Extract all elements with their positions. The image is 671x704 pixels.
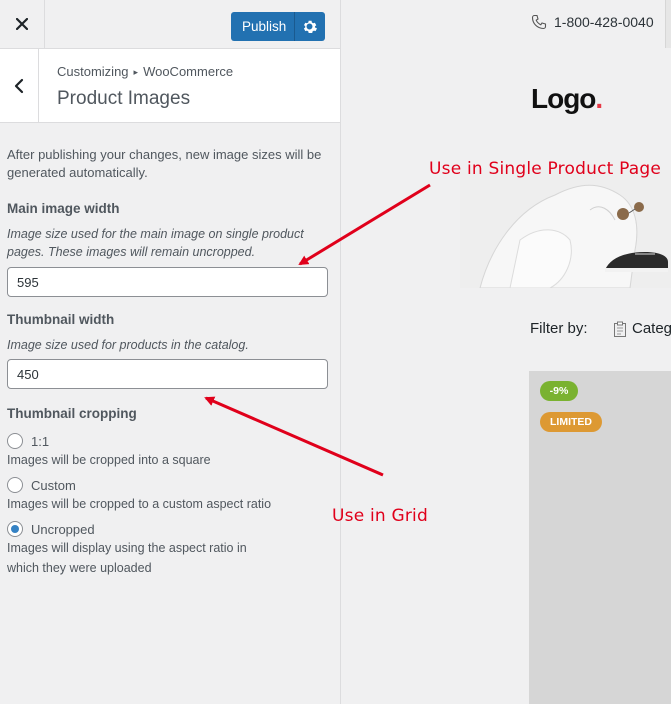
category-label: Categ [632, 320, 671, 337]
back-button[interactable] [0, 49, 39, 122]
radio-description: Images will be cropped to a custom aspec… [7, 497, 272, 511]
thumbnail-cropping-title: Thumbnail cropping [7, 406, 137, 421]
radio-1-1[interactable]: 1:1 [7, 432, 332, 450]
close-icon [16, 18, 28, 30]
breadcrumb-arrow-icon: ▸ [133, 67, 139, 77]
customizer-sidebar: Publish Customizing ▸ WooCommerce Product … [0, 0, 341, 704]
logo-text: Logo [531, 83, 596, 114]
phone-text: 1-800-428-0040 [554, 14, 654, 30]
thumbnail-title: Thumbnail width [7, 312, 115, 327]
section-title: Product Images [57, 88, 191, 109]
main-image-title: Main image width [7, 201, 120, 216]
main-image-width-input[interactable] [7, 267, 328, 297]
settings-panel: After publishing your changes, new image… [7, 146, 332, 578]
annotation-grid: Use in Grid [332, 506, 428, 526]
cropping-option: 1:1 Images will be cropped into a square [7, 432, 332, 470]
breadcrumb-child: WooCommerce [143, 64, 234, 79]
radio-custom[interactable]: Custom [7, 476, 332, 494]
publish-button[interactable]: Publish [231, 12, 325, 41]
scrollbar[interactable] [665, 0, 671, 48]
radio-label: Uncropped [31, 521, 95, 537]
radio-uncropped[interactable]: Uncropped [7, 520, 332, 538]
radio-button[interactable] [7, 433, 23, 449]
filter-label: Filter by: [530, 320, 588, 337]
close-button[interactable] [0, 0, 45, 48]
radio-label: Custom [31, 477, 76, 493]
radio-button[interactable] [7, 477, 23, 493]
radio-button-checked[interactable] [7, 521, 23, 537]
customizer-header: Publish [0, 0, 340, 49]
product-card[interactable]: -9% LIMITED [529, 371, 671, 704]
phone-icon [531, 14, 547, 30]
cropping-option: Uncropped Images will display using the … [7, 520, 332, 578]
radio-description: Images will display using the aspect rat… [7, 541, 247, 575]
annotation-single-product: Use in Single Product Page [429, 159, 662, 179]
radio-description: Images will be cropped into a square [7, 453, 211, 467]
phone-number[interactable]: 1-800-428-0040 [531, 14, 654, 30]
publish-label: Publish [242, 19, 287, 34]
site-logo[interactable]: Logo. [531, 83, 603, 115]
logo-dot: . [595, 83, 603, 114]
clipboard-icon [614, 321, 626, 337]
thumbnail-description: Image size used for products in the cata… [7, 338, 249, 352]
breadcrumb: Customizing ▸ WooCommerce [57, 64, 233, 79]
cropping-option: Custom Images will be cropped to a custo… [7, 476, 332, 514]
section-header: Customizing ▸ WooCommerce Product Images [0, 49, 340, 123]
sale-badge: -9% [540, 381, 578, 401]
category-filter[interactable]: Categ [613, 320, 671, 337]
breadcrumb-parent: Customizing [57, 64, 129, 79]
radio-label: 1:1 [31, 433, 50, 449]
limited-badge: LIMITED [540, 412, 602, 432]
thumbnail-width-input[interactable] [7, 359, 328, 389]
main-image-description: Image size used for the main image on si… [7, 227, 304, 259]
intro-text: After publishing your changes, new image… [7, 147, 322, 180]
hero-product-image [460, 170, 671, 288]
gear-icon[interactable] [301, 18, 318, 35]
site-preview: 1-800-428-0040 Logo. Filter by: Categ -9… [341, 0, 671, 704]
chevron-left-icon [14, 78, 24, 93]
